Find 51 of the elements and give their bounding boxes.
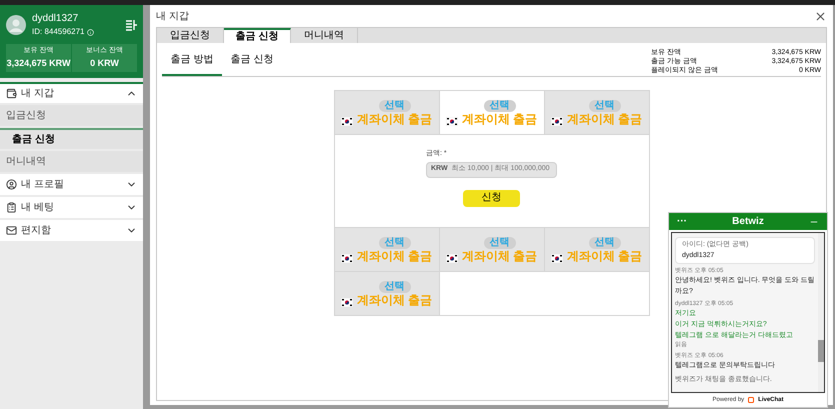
panel-title: 내 지갑 (156, 10, 189, 24)
select-badge: 선택 (378, 100, 410, 112)
menu-section[interactable]: 내 지갑 (0, 82, 143, 103)
scrollbar[interactable] (818, 233, 824, 392)
select-badge: 선택 (588, 100, 620, 112)
chat-menu[interactable]: ··· (677, 216, 687, 226)
submit-button[interactable]: 신청 (463, 190, 520, 206)
menu-section[interactable]: 내 베팅 (0, 197, 143, 218)
select-badge: 선택 (378, 237, 410, 249)
clipboard-icon (6, 202, 17, 213)
submenu-item[interactable]: 머니내역 (0, 151, 143, 172)
menu-toggle-icon[interactable] (125, 18, 137, 30)
flag-icon (340, 298, 353, 307)
close-icon[interactable] (814, 10, 827, 22)
method-label: 계좌이체 출금 (566, 249, 642, 263)
balance-value: 3,324,675 KRW (6, 56, 70, 70)
method-label: 계좌이체 출금 (356, 112, 432, 126)
wallet-tab[interactable]: 머니내역 (291, 28, 358, 43)
flag-icon (446, 117, 458, 126)
method-label: 계좌이체 출금 (566, 112, 642, 126)
chat-title: Betwiz (732, 215, 764, 229)
avatar-icon (6, 14, 26, 34)
method-label: 계좌이체 출금 (462, 249, 538, 263)
user-icon (6, 179, 17, 190)
select-badge: 선택 (484, 100, 516, 112)
menu-section[interactable]: 편지함 (0, 220, 143, 241)
submenu-item[interactable]: 입금신청 (0, 105, 143, 126)
flag-icon (446, 254, 458, 263)
submenu-item[interactable]: 출금 신청 (0, 128, 143, 149)
sub-tab[interactable]: 출금 신청 (222, 48, 282, 76)
method-label: 계좌이체 출금 (356, 249, 432, 263)
sub-tab[interactable]: 출금 방법 (162, 48, 222, 76)
method-label: 계좌이체 출금 (462, 112, 538, 126)
select-badge: 선택 (378, 281, 410, 293)
wallet-icon (6, 88, 17, 99)
menu-section[interactable]: 내 프로필 (0, 174, 143, 195)
info-icon (86, 28, 94, 36)
select-badge: 선택 (588, 237, 620, 249)
username: dyddl1327 (32, 12, 80, 26)
select-badge: 선택 (484, 237, 516, 249)
balance-value: 0 KRW (90, 56, 119, 70)
wallet-tab[interactable]: 출금 신청 (224, 28, 291, 43)
flag-icon (550, 117, 563, 126)
chat-logo-icon (748, 397, 754, 403)
user-id: ID: 844596271 (32, 26, 84, 38)
flag-icon (550, 254, 563, 263)
scrollbar-thumb[interactable] (818, 340, 824, 362)
flag-icon (340, 117, 353, 126)
flag-icon (340, 254, 353, 263)
mail-icon (6, 225, 17, 236)
method-label: 계좌이체 출금 (356, 293, 432, 307)
